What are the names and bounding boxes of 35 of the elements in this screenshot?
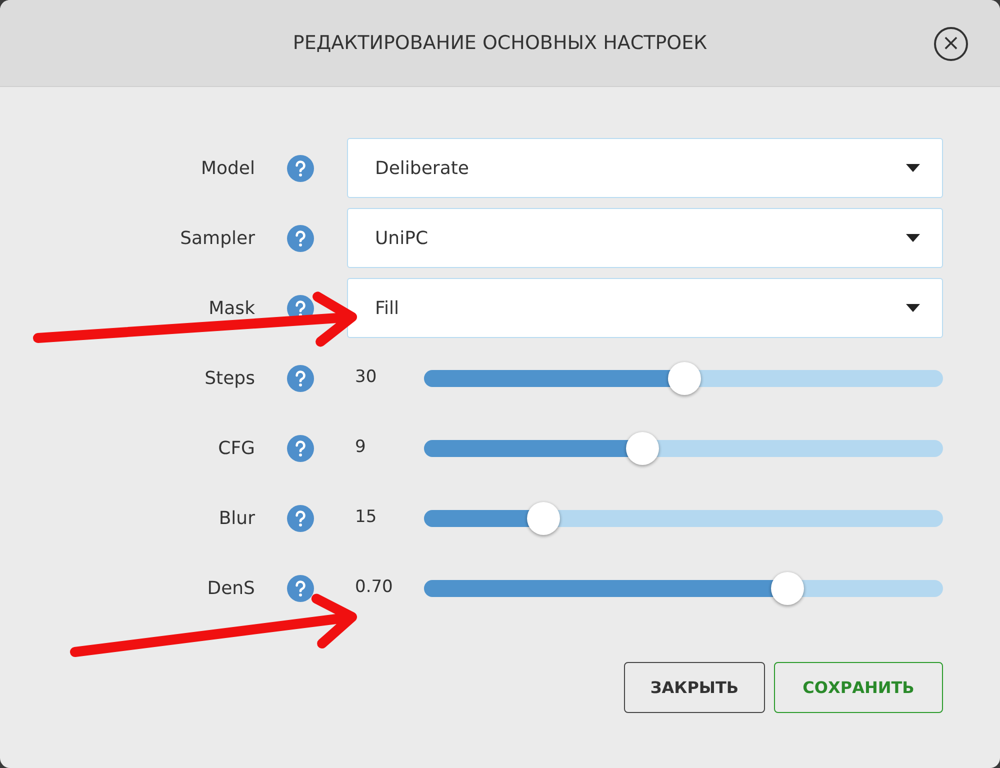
- setting-label: CFG: [217, 436, 255, 460]
- slider-track[interactable]: [424, 370, 943, 386]
- close-button[interactable]: ЗАКРЫТЬ: [624, 662, 765, 713]
- save-button[interactable]: СОХРАНИТЬ: [774, 662, 943, 713]
- setting-label: Mask: [208, 296, 255, 320]
- setting-label: Sampler: [179, 226, 255, 250]
- dropdown[interactable]: Fill: [347, 278, 943, 338]
- slider-thumb[interactable]: [771, 572, 804, 604]
- help-icon[interactable]: [287, 224, 314, 252]
- slider-thumb[interactable]: [527, 502, 560, 534]
- slider-value: 0.70: [354, 576, 394, 600]
- setting-label: Steps: [204, 366, 255, 390]
- setting-label: DenS: [206, 576, 255, 600]
- caret-icon: [906, 304, 920, 312]
- slider-track[interactable]: [424, 580, 943, 596]
- close-button[interactable]: ×: [934, 27, 968, 61]
- slider-track[interactable]: [424, 440, 943, 456]
- setting-label: Model: [200, 156, 255, 180]
- setting-label: Blur: [218, 506, 255, 530]
- slider-value: 30: [354, 366, 378, 390]
- help-icon[interactable]: [287, 504, 314, 532]
- help-icon[interactable]: [287, 574, 314, 602]
- dialog-title: РЕДАКТИРОВАНИЕ ОСНОВНЫХ НАСТРОЕК: [292, 30, 708, 56]
- help-icon[interactable]: [287, 434, 314, 462]
- slider-track[interactable]: [424, 510, 943, 526]
- dropdown[interactable]: Deliberate: [347, 138, 943, 198]
- help-icon[interactable]: [287, 154, 314, 182]
- slider-value: 9: [354, 436, 367, 460]
- help-icon[interactable]: [287, 364, 314, 392]
- slider-thumb[interactable]: [626, 432, 659, 464]
- slider-value: 15: [354, 506, 378, 530]
- caret-icon: [906, 164, 920, 172]
- caret-icon: [906, 234, 920, 242]
- slider-thumb[interactable]: [668, 362, 700, 394]
- dropdown[interactable]: UniPC: [347, 208, 943, 268]
